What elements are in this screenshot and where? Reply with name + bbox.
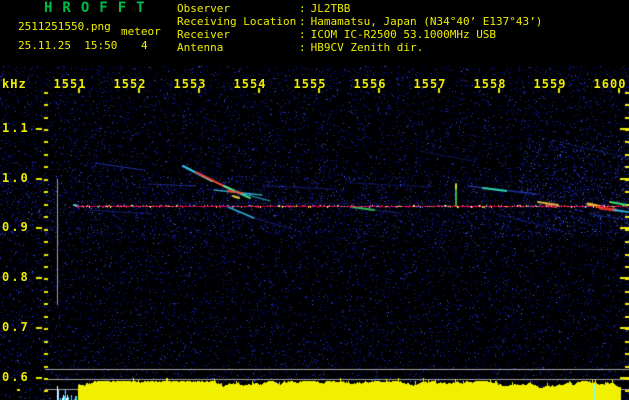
app-title: HROFFT (44, 0, 155, 16)
freq-tick-label: 0.7 (2, 320, 30, 334)
time-tick-label: 1552 (113, 77, 147, 91)
header-field-value: HB9CV Zenith dir. (310, 41, 424, 54)
freq-tick-label: 1.1 (2, 121, 30, 135)
header-field-label: Receiver (177, 28, 230, 41)
freq-tick-label: 0.9 (2, 220, 30, 234)
time-tick-label: 1557 (413, 77, 447, 91)
time-tick-label: 1551 (53, 77, 87, 91)
header-field-label: Observer (177, 2, 230, 15)
mode-label: meteor (121, 25, 161, 38)
time-tick-label: 1559 (533, 77, 567, 91)
header-field-label: Receiving Location (177, 15, 297, 28)
time-tick-label: 1556 (353, 77, 387, 91)
meteor-count: 4 (141, 39, 148, 52)
freq-axis-unit: kHz (2, 77, 27, 91)
header-field-row: Observer: JL2TBB (177, 2, 350, 15)
freq-tick-label: 0.6 (2, 370, 30, 384)
time-tick-label: 1554 (233, 77, 267, 91)
datetime-label: 25.11.25 15:50 (18, 39, 118, 52)
header-field-row: Receiving Location: Hamamatsu, Japan (N34… (177, 15, 542, 28)
header-field-separator: : (299, 28, 306, 41)
freq-tick-label: 1.0 (2, 171, 30, 185)
freq-tick-label: 0.8 (2, 270, 30, 284)
header-field-separator: : (299, 2, 306, 15)
header-field-row: Antenna: HB9CV Zenith dir. (177, 41, 423, 54)
time-tick-label: 1558 (473, 77, 507, 91)
header-field-row: Receiver: ICOM IC-R2500 53.1000MHz USB (177, 28, 496, 41)
header-field-label: Antenna (177, 41, 224, 54)
header-field-separator: : (299, 41, 306, 54)
file-name: 2511251550.png (18, 20, 111, 33)
time-tick-label: 1553 (173, 77, 207, 91)
hrofft-screen: HROFFT 2511251550.png meteor 25.11.25 15… (0, 0, 629, 400)
header-field-separator: : (299, 15, 306, 28)
header-field-value: ICOM IC-R2500 53.1000MHz USB (310, 28, 497, 41)
header-field-value: Hamamatsu, Japan (N34°40’ E137°43’) (310, 15, 543, 28)
header-field-value: JL2TBB (310, 2, 351, 15)
spectrogram-canvas (0, 0, 629, 400)
time-tick-label: 1555 (293, 77, 327, 91)
time-tick-label: 1600 (593, 77, 627, 91)
